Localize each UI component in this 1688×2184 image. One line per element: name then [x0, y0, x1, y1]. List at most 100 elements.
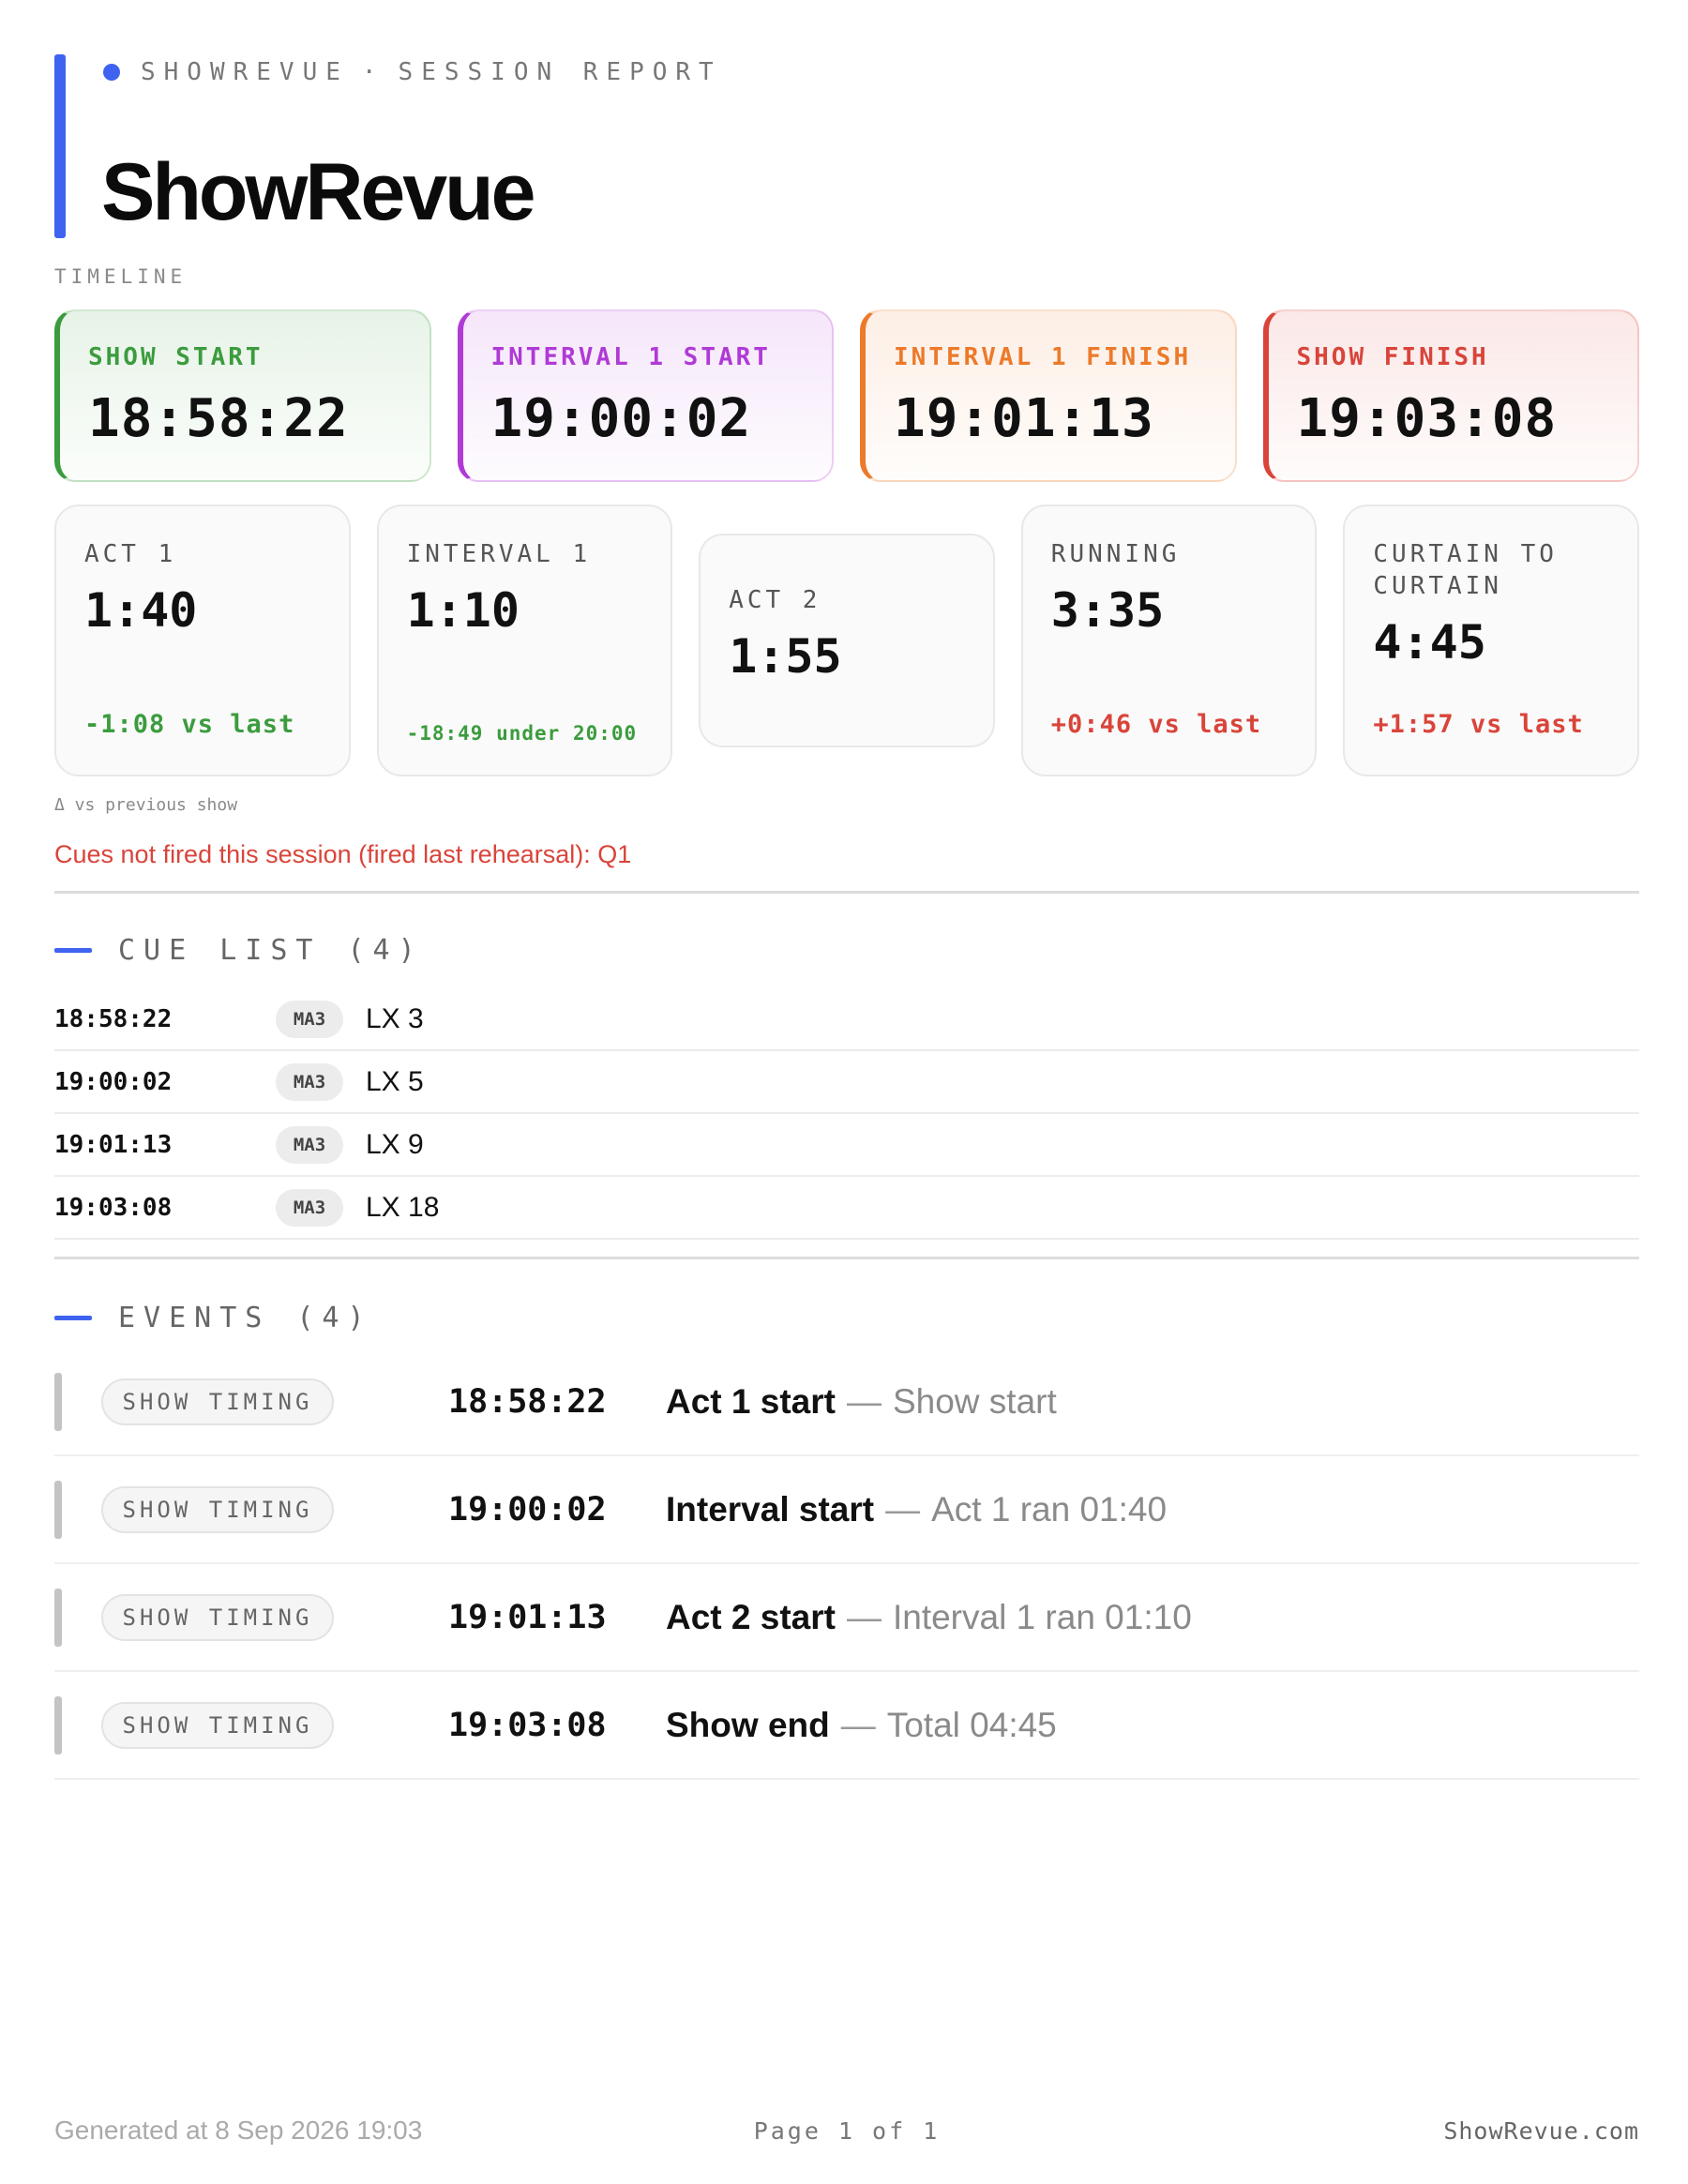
brand-line: SHOWREVUE · SESSION REPORT — [103, 58, 722, 86]
event-detail: Show start — [892, 1381, 1057, 1421]
event-marker — [54, 1373, 62, 1431]
event-time: 19:00:02 — [448, 1490, 607, 1529]
cue-time: 19:00:02 — [54, 1067, 173, 1096]
event-title: Act 1 start — [666, 1381, 836, 1421]
section-dash-icon — [54, 948, 92, 953]
header-accent-bar — [54, 54, 66, 238]
list-item: SHOW TIMING 18:58:22 Act 1 start — Show … — [54, 1348, 1639, 1456]
timeline-card-show-finish: SHOW FINISH 19:03:08 — [1262, 309, 1639, 482]
site-link[interactable]: ShowRevue.com — [1443, 2117, 1639, 2145]
duration-value: 4:45 — [1373, 615, 1486, 670]
events-count: (4) — [296, 1302, 373, 1334]
table-row: 18:58:22 MA3 LX 3 — [54, 988, 1639, 1051]
timeline-card-value: 19:03:08 — [1296, 388, 1558, 449]
cue-time: 19:01:13 — [54, 1130, 173, 1159]
events-list: SHOW TIMING 18:58:22 Act 1 start — Show … — [54, 1348, 1639, 1780]
timeline-card-label: SHOW START — [88, 343, 264, 371]
event-separator: — — [846, 1597, 882, 1636]
report-type: SESSION REPORT — [398, 58, 722, 86]
event-time: 19:03:08 — [448, 1706, 607, 1744]
page-footer: Generated at 8 Sep 2026 19:03 Page 1 of … — [54, 2116, 1639, 2153]
event-separator: — — [840, 1705, 876, 1744]
divider — [54, 891, 1639, 894]
console-badge: MA3 — [276, 1125, 343, 1164]
cue-list: 18:58:22 MA3 LX 3 19:00:02 MA3 LX 5 19:0… — [54, 988, 1639, 1240]
duration-label: ACT 2 — [729, 586, 821, 614]
divider — [54, 1257, 1639, 1259]
events-heading: EVENTS (4) — [54, 1302, 373, 1334]
delta-note: Δ vs previous show — [54, 795, 238, 815]
list-item: SHOW TIMING 19:03:08 Show end — Total 04… — [54, 1672, 1639, 1780]
event-tag: SHOW TIMING — [101, 1378, 334, 1425]
event-detail: Interval 1 ran 01:10 — [892, 1597, 1192, 1636]
page-number: Page 1 of 1 — [753, 2117, 941, 2145]
duration-delta: -1:08 vs last — [84, 710, 295, 739]
duration-label: INTERVAL 1 — [406, 540, 592, 568]
brand-separator: · — [361, 58, 385, 86]
duration-value: 1:55 — [729, 629, 842, 684]
event-marker — [54, 1589, 62, 1647]
timeline-label: TIMELINE — [54, 265, 188, 288]
cue-name: LX 5 — [366, 1065, 424, 1097]
duration-card-running: RUNNING 3:35 +0:46 vs last — [1020, 505, 1318, 776]
event-separator: — — [885, 1489, 921, 1529]
event-title: Interval start — [666, 1489, 875, 1529]
page-title: ShowRevue — [101, 147, 535, 237]
timeline-card-label: SHOW FINISH — [1296, 343, 1489, 371]
brand-dot-icon — [103, 64, 120, 81]
timeline-card-show-start: SHOW START 18:58:22 — [54, 309, 431, 482]
brand-name: SHOWREVUE — [141, 58, 349, 86]
cue-name: LX 9 — [366, 1128, 424, 1160]
event-separator: — — [846, 1381, 882, 1421]
cue-list-count: (4) — [347, 934, 424, 967]
duration-delta: +1:57 vs last — [1373, 710, 1584, 739]
timeline-card-value: 18:58:22 — [88, 388, 349, 449]
report-header: SHOWREVUE · SESSION REPORT ShowRevue — [54, 54, 1639, 238]
duration-value: 3:35 — [1050, 583, 1165, 638]
duration-card-act-2: ACT 2 1:55 — [699, 534, 995, 747]
table-row: 19:01:13 MA3 LX 9 — [54, 1114, 1639, 1177]
duration-delta: +0:46 vs last — [1050, 710, 1262, 739]
duration-cards: ACT 1 1:40 -1:08 vs last INTERVAL 1 1:10… — [54, 505, 1639, 776]
timeline-card-interval-finish: INTERVAL 1 FINISH 19:01:13 — [860, 309, 1237, 482]
table-row: 19:00:02 MA3 LX 5 — [54, 1051, 1639, 1114]
events-title: EVENTS — [118, 1302, 271, 1334]
event-title: Show end — [666, 1705, 830, 1744]
event-tag: SHOW TIMING — [101, 1485, 334, 1533]
timeline-card-interval-start: INTERVAL 1 START 19:00:02 — [457, 309, 834, 482]
cue-time: 19:03:08 — [54, 1193, 173, 1222]
event-detail: Act 1 ran 01:40 — [931, 1489, 1168, 1529]
table-row: 19:03:08 MA3 LX 18 — [54, 1177, 1639, 1240]
cue-name: LX 18 — [366, 1191, 440, 1223]
cue-list-heading: CUE LIST (4) — [54, 934, 424, 967]
console-badge: MA3 — [276, 1188, 343, 1227]
list-item: SHOW TIMING 19:00:02 Interval start — Ac… — [54, 1456, 1639, 1564]
event-time: 19:01:13 — [448, 1598, 607, 1636]
event-title: Act 2 start — [666, 1597, 836, 1636]
console-badge: MA3 — [276, 1000, 343, 1038]
event-detail: Total 04:45 — [886, 1705, 1057, 1744]
duration-delta: -18:49 under 20:00 — [406, 722, 638, 745]
duration-label: ACT 1 — [84, 540, 177, 568]
event-tag: SHOW TIMING — [101, 1593, 334, 1641]
duration-value: 1:40 — [84, 583, 198, 638]
duration-value: 1:10 — [406, 583, 520, 638]
cue-time: 18:58:22 — [54, 1004, 173, 1033]
event-time: 18:58:22 — [448, 1382, 607, 1421]
cue-list-title: CUE LIST — [118, 934, 322, 967]
duration-label: CURTAIN TO CURTAIN — [1373, 540, 1558, 600]
duration-label: RUNNING — [1050, 540, 1181, 568]
duration-card-act-1: ACT 1 1:40 -1:08 vs last — [54, 505, 351, 776]
timeline-card-label: INTERVAL 1 FINISH — [894, 343, 1192, 371]
cue-name: LX 3 — [366, 1002, 424, 1034]
event-marker — [54, 1481, 62, 1539]
section-dash-icon — [54, 1316, 92, 1320]
list-item: SHOW TIMING 19:01:13 Act 2 start — Inter… — [54, 1564, 1639, 1672]
timeline-card-value: 19:00:02 — [490, 388, 752, 449]
cues-not-fired-warning: Cues not fired this session (fired last … — [54, 840, 632, 868]
timeline-card-value: 19:01:13 — [894, 388, 1154, 449]
duration-card-curtain-to-curtain: CURTAIN TO CURTAIN 4:45 +1:57 vs last — [1343, 505, 1639, 776]
event-marker — [54, 1696, 62, 1755]
timeline-cards: SHOW START 18:58:22 INTERVAL 1 START 19:… — [54, 309, 1639, 482]
console-badge: MA3 — [276, 1062, 343, 1101]
